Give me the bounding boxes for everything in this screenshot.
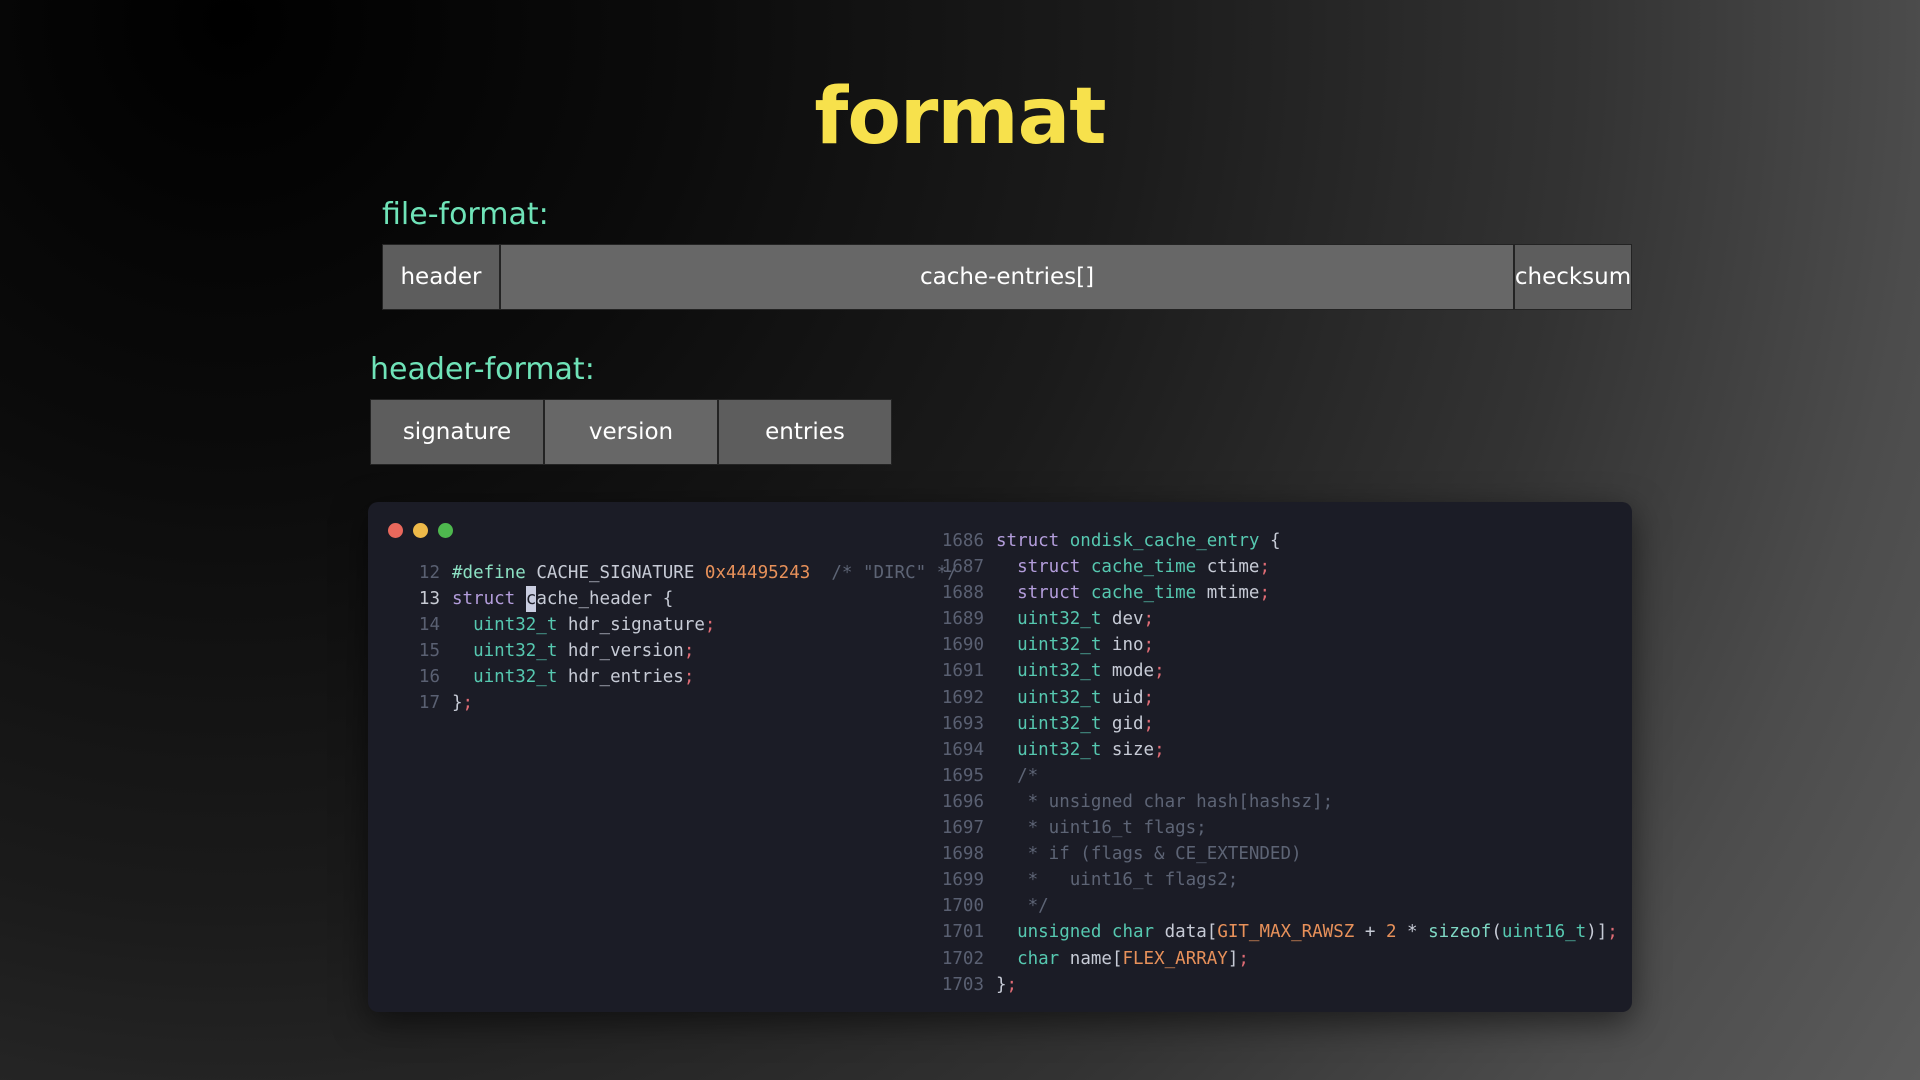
code-line: 1700 */ — [938, 893, 1618, 919]
code-line: 1703}; — [938, 972, 1618, 998]
header-format-box-version: version — [544, 399, 718, 465]
code-line: 1699 * uint16_t flags2; — [938, 867, 1618, 893]
header-format-box-entries: entries — [718, 399, 892, 465]
file-format-section: file-format: header cache-entries[] chec… — [382, 200, 1632, 310]
line-number: 1702 — [941, 948, 984, 969]
code-line: 13 struct cache_header { — [394, 586, 958, 613]
file-format-box-header: header — [382, 244, 500, 310]
file-format-label: file-format: — [382, 197, 549, 232]
code-line: 17}; — [394, 690, 958, 716]
code-line: 1701 unsigned char data[GIT_MAX_RAWSZ + … — [938, 919, 1618, 945]
line-number: 1701 — [941, 922, 984, 943]
code-line: 14 uint32_t hdr_signature; — [394, 612, 958, 638]
line-number: 1698 — [941, 844, 984, 865]
line-number: 15 — [418, 641, 440, 662]
code-line: 1687 struct cache_time ctime; — [938, 554, 1618, 580]
line-number: 1686 — [941, 531, 984, 551]
line-number: 17 — [418, 693, 440, 714]
line-number: 1692 — [941, 687, 984, 708]
code-pane-right[interactable]: 1686 struct ondisk_cache_entry {1687 stru… — [938, 528, 1618, 998]
code-window-titlebar — [388, 523, 453, 538]
code-window: 12 #define CACHE_SIGNATURE 0x44495243 /* … — [368, 502, 1632, 1012]
line-number: 1689 — [941, 609, 984, 630]
line-number: 14 — [418, 615, 440, 636]
code-line: 1698 * if (flags & CE_EXTENDED) — [938, 841, 1618, 867]
line-number: 1699 — [941, 870, 984, 891]
code-line: 1695 /* — [938, 763, 1618, 789]
line-number: 1703 — [941, 974, 984, 995]
line-number: 1695 — [941, 765, 984, 786]
line-number: 1691 — [941, 661, 984, 682]
code-line: 1692 uint32_t uid; — [938, 685, 1618, 711]
code-pane-left[interactable]: 12 #define CACHE_SIGNATURE 0x44495243 /* … — [394, 560, 958, 717]
code-line: 1689 uint32_t dev; — [938, 606, 1618, 632]
header-format-label: header-format: — [370, 352, 595, 387]
line-number: 1696 — [941, 791, 984, 812]
file-format-box-row: header cache-entries[] checksum — [382, 244, 1632, 310]
maximize-dot-icon[interactable] — [438, 523, 453, 538]
line-number: 1690 — [941, 635, 984, 656]
code-line: 1690 uint32_t ino; — [938, 632, 1618, 658]
header-format-box-version-label: version — [588, 419, 674, 445]
line-number: 1688 — [941, 583, 984, 604]
file-format-box-checksum-label: checksum — [1514, 264, 1632, 290]
file-format-box-header-label: header — [400, 264, 482, 290]
header-format-box-signature-label: signature — [402, 419, 512, 445]
file-format-box-cache-entries-label: cache-entries[] — [919, 264, 1095, 290]
line-number: 1693 — [941, 713, 984, 734]
line-number: 1687 — [941, 557, 984, 578]
page-title: format — [814, 72, 1106, 162]
close-dot-icon[interactable] — [388, 523, 403, 538]
code-line: 1693 uint32_t gid; — [938, 711, 1618, 737]
header-format-section: header-format: signature version entries — [370, 355, 930, 465]
line-number: 16 — [418, 667, 440, 688]
line-number: 1700 — [941, 896, 984, 917]
code-line: 16 uint32_t hdr_entries; — [394, 664, 958, 690]
code-line: 15 uint32_t hdr_version; — [394, 638, 958, 664]
line-number: 12 — [418, 563, 440, 583]
header-format-box-row: signature version entries — [370, 399, 930, 465]
line-number: 1697 — [941, 818, 984, 839]
line-number: 1694 — [941, 739, 984, 760]
code-line: 1694 uint32_t size; — [938, 737, 1618, 763]
header-format-box-signature: signature — [370, 399, 544, 465]
file-format-box-cache-entries: cache-entries[] — [500, 244, 1514, 310]
code-line: 1696 * unsigned char hash[hashsz]; — [938, 789, 1618, 815]
minimize-dot-icon[interactable] — [413, 523, 428, 538]
code-line: 1702 char name[FLEX_ARRAY]; — [938, 946, 1618, 972]
header-format-box-entries-label: entries — [765, 419, 845, 445]
line-number: 13 — [418, 589, 440, 610]
slide-root: format file-format: header cache-entries… — [0, 0, 1920, 1080]
code-line: 1688 struct cache_time mtime; — [938, 580, 1618, 606]
code-line: 1691 uint32_t mode; — [938, 658, 1618, 684]
file-format-box-checksum: checksum — [1514, 244, 1632, 310]
code-line: 1697 * uint16_t flags; — [938, 815, 1618, 841]
code-line: 1686 struct ondisk_cache_entry { — [938, 528, 1618, 554]
code-line: 12 #define CACHE_SIGNATURE 0x44495243 /* … — [394, 560, 958, 586]
